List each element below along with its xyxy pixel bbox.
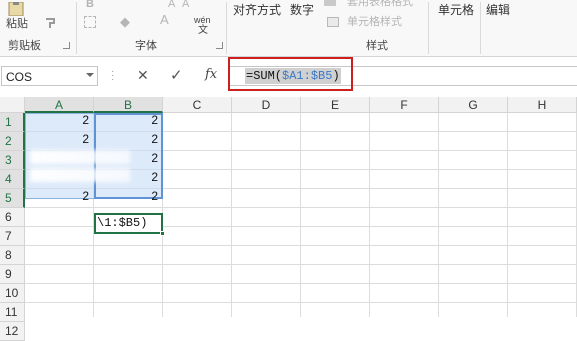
paste-icon[interactable]	[4, 1, 28, 17]
fill-handle[interactable]	[160, 231, 165, 236]
table-format-icon[interactable]	[324, 0, 336, 6]
row-header-1[interactable]: 1	[0, 113, 25, 132]
row-header-10[interactable]: 10	[0, 284, 25, 303]
row-header-12[interactable]: 12	[0, 322, 25, 341]
edit-cell-text: \1:$B5)	[97, 216, 148, 230]
row-header-5[interactable]: 5	[0, 189, 25, 208]
clipboard-group-label: 剪贴板	[8, 40, 41, 52]
phonetic-guide-char[interactable]: 文	[198, 25, 208, 37]
row-header-11[interactable]: 11	[0, 303, 25, 322]
cells-group-button[interactable]: 单元格	[438, 4, 474, 16]
column-header-c[interactable]: C	[163, 97, 232, 113]
column-header-d[interactable]: D	[232, 97, 301, 113]
select-all-corner[interactable]	[0, 97, 25, 113]
name-box[interactable]: COS	[1, 66, 98, 86]
paste-button-label[interactable]: 粘贴	[6, 18, 28, 30]
ribbon-divider	[76, 2, 77, 54]
table-format-button[interactable]: 套用表格格式	[347, 0, 413, 8]
styles-group-label: 样式	[366, 40, 388, 52]
font-launcher-icon[interactable]	[216, 42, 223, 49]
fill-color-icon[interactable]: ◆	[120, 14, 130, 30]
border-icon[interactable]	[84, 16, 96, 28]
row-header-8[interactable]: 8	[0, 246, 25, 265]
font-group-label: 字体	[135, 40, 157, 52]
ribbon-divider	[226, 2, 227, 54]
column-header-g[interactable]: G	[439, 97, 508, 113]
font-size-up-icon[interactable]: A	[168, 0, 175, 10]
row-header-3[interactable]: 3	[0, 151, 25, 170]
obscured-region	[30, 150, 130, 164]
cell-style-button[interactable]: 单元格样式	[347, 16, 402, 28]
number-group-button[interactable]: 数字	[290, 4, 314, 16]
cancel-icon[interactable]: ✕	[137, 67, 149, 84]
row-header-7[interactable]: 7	[0, 227, 25, 246]
row-header-4[interactable]: 4	[0, 170, 25, 189]
ribbon-divider	[428, 2, 429, 54]
cell-a2[interactable]: 2	[25, 130, 89, 149]
column-header-e[interactable]: E	[301, 97, 370, 113]
font-size-down-icon[interactable]: A	[182, 0, 189, 10]
obscured-region	[30, 168, 130, 182]
font-color-icon[interactable]: A	[160, 13, 169, 26]
column-header-f[interactable]: F	[370, 97, 439, 113]
row-header-2[interactable]: 2	[0, 132, 25, 151]
format-painter-icon[interactable]	[44, 16, 58, 28]
cell-a5[interactable]: 2	[25, 187, 89, 206]
row-header-9[interactable]: 9	[0, 265, 25, 284]
cell-a1[interactable]: 2	[25, 111, 89, 130]
cell-style-icon[interactable]	[327, 17, 339, 27]
row-header-6[interactable]: 6	[0, 208, 25, 227]
active-edit-cell[interactable]: \1:$B5)	[94, 213, 163, 234]
editing-group-button[interactable]: 编辑	[486, 4, 510, 16]
name-box-dropdown-icon[interactable]	[86, 73, 94, 77]
highlight-annotation	[228, 57, 353, 91]
cell-b2[interactable]: 2	[94, 130, 158, 149]
drag-handle-icon[interactable]: · · ·	[111, 67, 114, 85]
insert-function-icon[interactable]: fx	[205, 67, 217, 82]
clipboard-launcher-icon[interactable]	[63, 42, 70, 49]
name-box-value: COS	[6, 70, 33, 84]
column-header-h[interactable]: H	[508, 97, 577, 113]
ribbon-divider	[480, 2, 481, 54]
bold-icon[interactable]: B	[86, 0, 94, 10]
alignment-group-button[interactable]: 对齐方式	[233, 4, 281, 16]
enter-icon[interactable]: ✓	[170, 66, 183, 84]
cell-b5[interactable]: 2	[94, 187, 158, 206]
cell-b1[interactable]: 2	[94, 111, 158, 130]
